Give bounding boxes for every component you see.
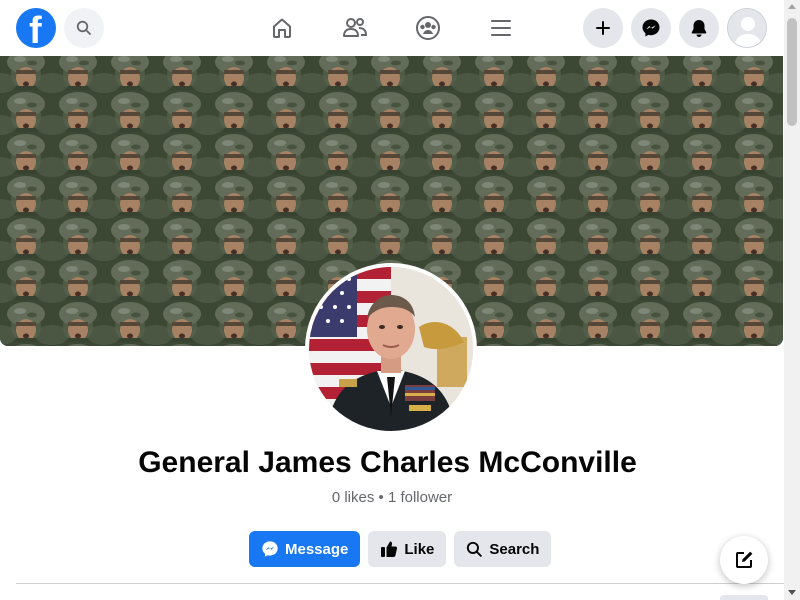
search-icon	[467, 541, 483, 557]
page-scrollbar[interactable]	[784, 0, 800, 600]
friends-tab[interactable]	[339, 12, 371, 44]
search-button-label: Search	[489, 540, 540, 558]
menu-tab[interactable]	[485, 12, 517, 44]
compose-icon	[736, 551, 753, 568]
like-button-label: Like	[404, 540, 435, 558]
new-message-button[interactable]	[720, 536, 768, 584]
groups-icon	[416, 16, 440, 40]
home-icon	[273, 18, 291, 38]
friends-icon	[343, 18, 368, 37]
page-stats: 0 likes • 1 follower	[331, 489, 453, 506]
thumbs-up-icon	[381, 541, 398, 557]
profile-picture[interactable]	[305, 263, 477, 435]
scroll-down-arrow-icon[interactable]	[788, 590, 796, 595]
page-title: General James Charles McConville	[138, 446, 637, 479]
create-button[interactable]	[583, 8, 623, 48]
profile-photo-image	[309, 267, 473, 431]
messenger-icon	[642, 19, 660, 37]
tab-strip-peek	[720, 595, 768, 600]
menu-icon	[491, 20, 511, 36]
like-button[interactable]: Like	[368, 531, 447, 567]
message-button[interactable]: Message	[249, 531, 361, 567]
bell-icon	[691, 20, 707, 37]
search-page-button[interactable]: Search	[454, 531, 552, 567]
scrollbar-thumb[interactable]	[787, 18, 797, 126]
top-navigation-bar: f	[0, 0, 784, 56]
plus-icon	[596, 21, 610, 35]
message-button-label: Message	[285, 540, 349, 558]
account-button[interactable]	[727, 8, 767, 48]
home-tab[interactable]	[266, 12, 298, 44]
search-icon	[76, 20, 91, 35]
messenger-icon	[262, 541, 278, 557]
scroll-up-arrow-icon[interactable]	[788, 4, 796, 9]
messenger-button[interactable]	[631, 8, 671, 48]
avatar-icon	[728, 9, 766, 47]
profile-picture-frame	[309, 267, 473, 431]
notifications-button[interactable]	[679, 8, 719, 48]
groups-tab[interactable]	[412, 12, 444, 44]
search-button[interactable]	[64, 8, 104, 48]
facebook-logo-icon[interactable]: f	[16, 8, 56, 48]
page-actions: Message Like Search	[249, 531, 552, 567]
section-divider	[16, 583, 784, 584]
facebook-logo-letter: f	[29, 10, 42, 48]
